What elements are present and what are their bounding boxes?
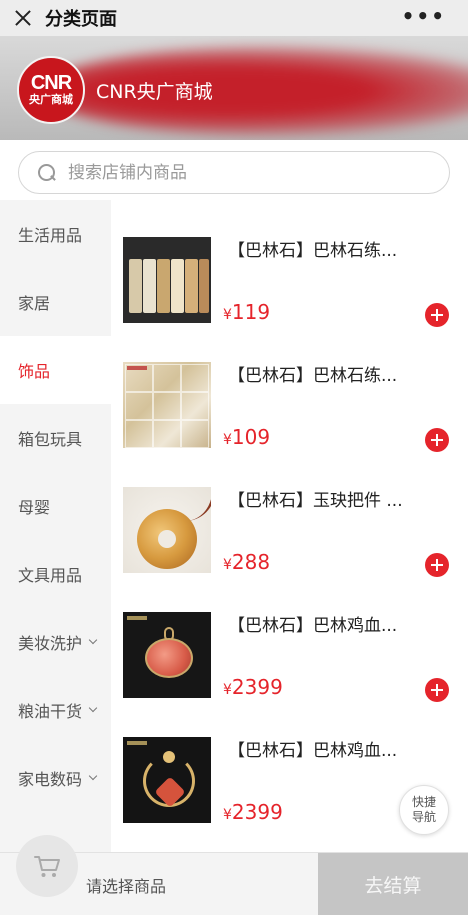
pendant-shape — [145, 638, 193, 678]
add-to-cart-icon[interactable] — [425, 678, 449, 702]
sidebar-item-label: 美妆洗护 — [18, 634, 83, 653]
price-value: 2399 — [231, 800, 283, 824]
tile-shape — [153, 392, 181, 420]
product-image[interactable] — [123, 237, 211, 323]
tile-shape — [153, 420, 181, 448]
product-price: ¥2399 — [223, 800, 283, 824]
title-bar: 分类页面 ••• — [0, 0, 468, 36]
cord-shape — [185, 487, 211, 521]
currency-symbol: ¥ — [223, 432, 232, 448]
product-name[interactable]: 【巴林石】巴林鸡血... — [228, 736, 438, 761]
sidebar-item-bags-toys[interactable]: 箱包玩具 — [0, 404, 111, 472]
logo-text-cnr: CNR — [30, 72, 72, 94]
checkout-button[interactable]: 去结算 — [318, 853, 468, 915]
sidebar-item-label: 母婴 — [18, 498, 51, 517]
product-price: ¥109 — [223, 425, 270, 449]
sidebar-item-home[interactable]: 家居 — [0, 268, 111, 336]
add-to-cart-icon[interactable] — [425, 303, 449, 327]
quick-nav-label-line1: 快捷 — [411, 795, 436, 809]
cart-hint: 请选择商品 — [86, 877, 167, 896]
sidebar-item-label: 家居 — [18, 294, 51, 313]
product-price: ¥288 — [223, 550, 270, 574]
product-image[interactable] — [123, 362, 211, 448]
ring-hole-shape — [158, 530, 176, 548]
stone-shape — [185, 259, 198, 313]
product-image[interactable] — [123, 487, 211, 573]
stone-shape — [143, 259, 156, 313]
product-price: ¥2399 — [223, 675, 283, 699]
stone-shape — [171, 259, 184, 313]
price-value: 2399 — [231, 675, 283, 699]
sidebar-item-daily-goods[interactable]: 生活用品 — [0, 200, 111, 268]
product-name[interactable]: 【巴林石】巴林石练... — [228, 361, 438, 386]
sidebar-item-label: 生活用品 — [18, 226, 83, 245]
currency-symbol: ¥ — [223, 307, 232, 323]
product-image[interactable] — [123, 612, 211, 698]
product-name[interactable]: 【巴林石】巴林鸡血... — [228, 611, 438, 636]
store-name[interactable]: CNR央广商城 — [96, 77, 213, 104]
tile-shape — [181, 364, 209, 392]
currency-symbol: ¥ — [223, 557, 232, 573]
sidebar-item-electronics[interactable]: 家电数码 — [0, 744, 111, 812]
stone-shape — [157, 259, 170, 313]
currency-symbol: ¥ — [223, 807, 232, 823]
add-to-cart-icon[interactable] — [425, 553, 449, 577]
chevron-down-icon — [88, 703, 98, 713]
product-item[interactable]: 【巴林石】巴林鸡血... ¥2399 — [111, 575, 468, 702]
quick-nav-button[interactable]: 快捷 导航 — [399, 785, 449, 835]
sidebar-item-label: 饰品 — [18, 362, 51, 381]
sidebar-item-label: 文具用品 — [18, 566, 83, 585]
sidebar-item-label: 家电数码 — [18, 770, 83, 789]
sidebar-item-stationery[interactable]: 文具用品 — [0, 540, 111, 608]
product-name[interactable]: 【巴林石】玉玦把件 ... — [228, 486, 438, 511]
quick-nav-label-line2: 导航 — [411, 810, 436, 824]
tile-shape — [125, 420, 153, 448]
price-value: 119 — [231, 300, 271, 324]
tile-shape — [125, 392, 153, 420]
add-to-cart-icon[interactable] — [425, 428, 449, 452]
pendant-knot-shape — [163, 751, 175, 763]
sidebar-item-grain-oil[interactable]: 粮油干货 — [0, 676, 111, 744]
currency-symbol: ¥ — [223, 682, 232, 698]
tile-shape — [125, 364, 153, 392]
price-value: 288 — [231, 550, 271, 574]
search-icon — [38, 163, 56, 182]
more-options-icon[interactable]: ••• — [402, 4, 446, 28]
store-banner: CNR 央广商城 CNR央广商城 — [0, 36, 468, 140]
image-watermark — [127, 741, 147, 745]
price-value: 109 — [231, 425, 271, 449]
chevron-down-icon — [88, 635, 98, 645]
product-item[interactable]: 【巴林石】巴林石练... ¥119 — [111, 200, 468, 327]
close-icon[interactable] — [13, 8, 33, 28]
product-name[interactable]: 【巴林石】巴林石练... — [228, 236, 438, 261]
page-title: 分类页面 — [45, 9, 117, 30]
sidebar-item-label: 箱包玩具 — [18, 430, 83, 449]
sidebar-item-accessories[interactable]: 饰品 — [0, 336, 111, 404]
stone-shape — [129, 259, 142, 313]
image-watermark — [127, 616, 147, 620]
sidebar-item-baby[interactable]: 母婴 — [0, 472, 111, 540]
stone-shape — [199, 259, 209, 313]
sidebar-item-beauty[interactable]: 美妆洗护 — [0, 608, 111, 676]
tile-shape — [153, 364, 181, 392]
product-item[interactable]: 【巴林石】玉玦把件 ... ¥288 — [111, 450, 468, 577]
sidebar-item-label: 粮油干货 — [18, 702, 83, 721]
product-price: ¥119 — [223, 300, 270, 324]
cart-icon — [34, 856, 60, 877]
cart-button[interactable] — [16, 835, 78, 897]
product-list: 【巴林石】巴林石练... ¥119 【巴林石】巴林石练... ¥109 【巴林石… — [111, 200, 468, 825]
tile-shape — [181, 420, 209, 448]
logo-text-store: 央广商城 — [29, 93, 73, 106]
search-bar[interactable] — [18, 151, 450, 194]
chevron-down-icon — [88, 771, 98, 781]
tile-shape — [181, 392, 209, 420]
product-image[interactable] — [123, 737, 211, 823]
product-item[interactable]: 【巴林石】巴林石练... ¥109 — [111, 325, 468, 452]
store-logo[interactable]: CNR 央广商城 — [17, 56, 85, 124]
category-sidebar: 生活用品 家居 饰品 箱包玩具 母婴 文具用品 美妆洗护 粮油干货 家电数码 — [0, 200, 111, 860]
search-input[interactable] — [68, 162, 428, 183]
